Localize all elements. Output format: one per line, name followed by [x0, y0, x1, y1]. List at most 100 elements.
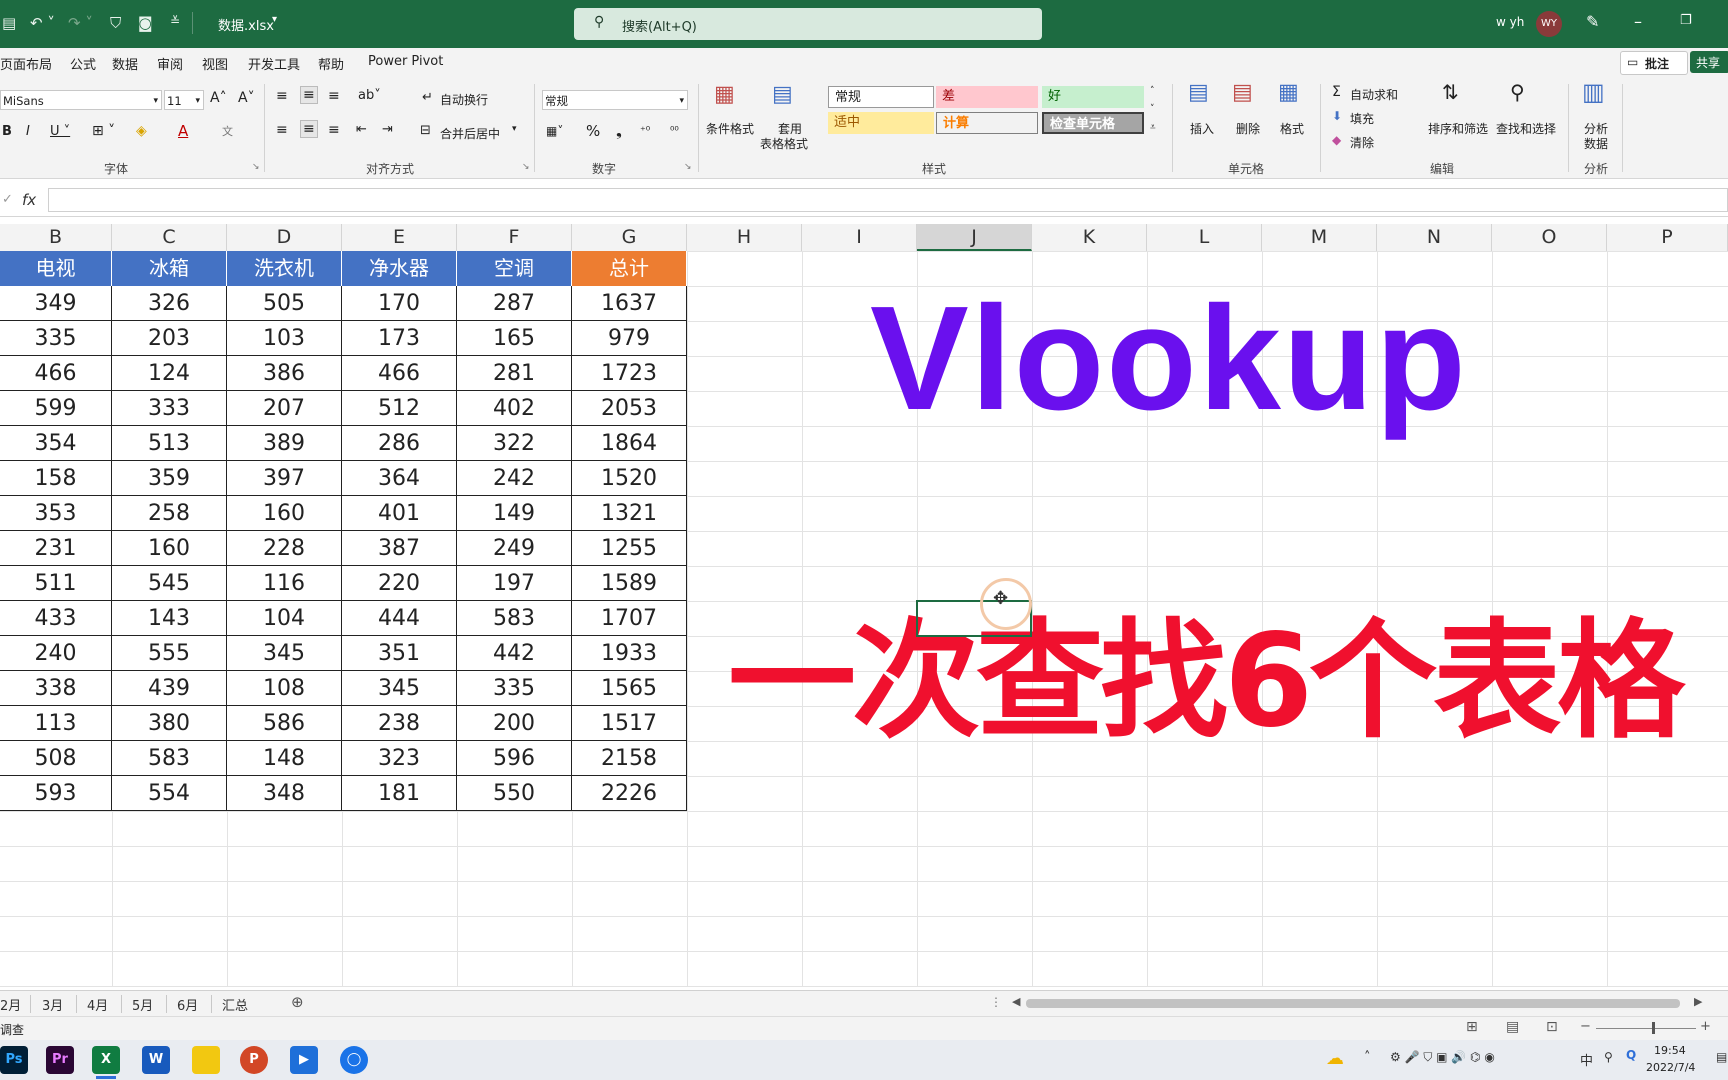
browser-icon[interactable]: ◯	[340, 1046, 368, 1074]
align-middle-icon[interactable]: ≡	[300, 86, 318, 104]
undo-icon[interactable]: ↶ ˅	[30, 14, 55, 32]
underline-icon[interactable]: U ˅	[50, 124, 70, 139]
font-color-icon[interactable]: A	[178, 122, 188, 140]
table-cell[interactable]: 1520	[572, 461, 687, 496]
decrease-indent-icon[interactable]: ⇤	[356, 122, 367, 137]
table-cell[interactable]: 513	[112, 426, 227, 461]
increase-indent-icon[interactable]: ⇥	[382, 122, 393, 137]
number-format-select[interactable]: 常规 ▾	[542, 90, 688, 110]
table-cell[interactable]: 596	[457, 741, 572, 776]
normal-view-icon[interactable]: ⊞	[1466, 1019, 1478, 1035]
table-cell[interactable]: 380	[112, 706, 227, 741]
column-header-h[interactable]: H	[687, 224, 802, 251]
table-cell[interactable]: 2053	[572, 391, 687, 426]
powerpoint-icon[interactable]: P	[240, 1046, 268, 1074]
menu-power-pivot[interactable]: Power Pivot	[368, 54, 443, 69]
table-cell[interactable]: 387	[342, 531, 457, 566]
table-cell[interactable]: 165	[457, 321, 572, 356]
ime-indicator[interactable]: 中	[1580, 1050, 1593, 1069]
menu-formulas[interactable]: 公式	[70, 54, 96, 73]
comma-style-icon[interactable]: ❟	[616, 122, 622, 140]
column-header-e[interactable]: E	[342, 224, 457, 251]
table-cell[interactable]: 173	[342, 321, 457, 356]
table-cell[interactable]: 1589	[572, 566, 687, 601]
zoom-out-icon[interactable]: −	[1580, 1019, 1591, 1034]
table-cell[interactable]: 228	[227, 531, 342, 566]
table-cell[interactable]: 345	[227, 636, 342, 671]
table-cell[interactable]: 242	[457, 461, 572, 496]
table-cell[interactable]: 1864	[572, 426, 687, 461]
formula-input[interactable]	[48, 188, 1728, 212]
font-family-select[interactable]: MiSans ▾	[0, 90, 162, 110]
column-header-l[interactable]: L	[1147, 224, 1262, 251]
table-cell[interactable]: 512	[342, 391, 457, 426]
table-cell[interactable]: 354	[0, 426, 112, 461]
table-cell[interactable]: 545	[112, 566, 227, 601]
sort-filter-button[interactable]: 排序和筛选	[1428, 120, 1488, 137]
dialog-launcher-icon[interactable]: ↘	[252, 162, 260, 172]
style-neutral[interactable]: 适中	[828, 112, 934, 134]
camera-icon[interactable]: ◙	[138, 14, 153, 32]
align-left-icon[interactable]: ≡	[276, 122, 288, 138]
table-cell[interactable]: 326	[112, 286, 227, 321]
table-cell[interactable]: 353	[0, 496, 112, 531]
align-right-icon[interactable]: ≡	[328, 122, 340, 138]
sheet-tab[interactable]: 5月	[132, 995, 153, 1014]
orientation-icon[interactable]: ab˅	[358, 88, 381, 103]
table-cell[interactable]: 351	[342, 636, 457, 671]
premiere-icon[interactable]: Pr	[46, 1046, 74, 1074]
table-cell[interactable]: 433	[0, 601, 112, 636]
table-cell[interactable]: 116	[227, 566, 342, 601]
table-cell[interactable]: 333	[112, 391, 227, 426]
minimize-icon[interactable]: –	[1634, 12, 1642, 31]
table-cell[interactable]: 1933	[572, 636, 687, 671]
table-cell[interactable]: 287	[457, 286, 572, 321]
table-cell[interactable]: 348	[227, 776, 342, 811]
table-cell[interactable]: 170	[342, 286, 457, 321]
table-cell[interactable]: 220	[342, 566, 457, 601]
zoom-slider[interactable]	[1596, 1028, 1696, 1029]
decrease-font-icon[interactable]: A˅	[238, 90, 255, 106]
avatar[interactable]: WY	[1536, 11, 1562, 37]
zoom-thumb[interactable]	[1652, 1022, 1655, 1034]
table-cell[interactable]: 1637	[572, 286, 687, 321]
table-cell[interactable]: 401	[342, 496, 457, 531]
menu-data[interactable]: 数据	[112, 54, 138, 73]
column-header-f[interactable]: F	[457, 224, 572, 251]
dialog-launcher-icon[interactable]: ↘	[522, 162, 530, 172]
save-icon[interactable]: ▤	[2, 14, 16, 32]
fill-button[interactable]: 填充	[1350, 110, 1374, 127]
table-cell[interactable]: 386	[227, 356, 342, 391]
table-header-cell[interactable]: 净水器	[342, 251, 457, 286]
table-cell[interactable]: 258	[112, 496, 227, 531]
sheet-tab[interactable]: 2月	[0, 995, 21, 1014]
table-cell[interactable]: 2226	[572, 776, 687, 811]
function-label[interactable]: fx	[22, 191, 36, 209]
table-cell[interactable]: 143	[112, 601, 227, 636]
table-cell[interactable]: 322	[457, 426, 572, 461]
table-cell[interactable]: 149	[457, 496, 572, 531]
conditional-format-button[interactable]: 条件格式	[706, 120, 754, 137]
sheet-tab[interactable]: 6月	[177, 995, 198, 1014]
sheet-tab[interactable]: 3月	[42, 995, 63, 1014]
ime-mode-icon[interactable]: ⚲	[1604, 1050, 1613, 1064]
increase-decimal-icon[interactable]: ⁺⁰	[640, 124, 650, 137]
table-cell[interactable]: 240	[0, 636, 112, 671]
add-sheet-icon[interactable]: ⊕	[291, 993, 304, 1011]
dialog-launcher-icon[interactable]: ↘	[684, 162, 692, 172]
table-cell[interactable]: 511	[0, 566, 112, 601]
column-header-o[interactable]: O	[1492, 224, 1607, 251]
table-cell[interactable]: 583	[112, 741, 227, 776]
chevron-down-icon[interactable]: ▾	[272, 14, 277, 25]
fill-color-icon[interactable]: ◈	[136, 123, 147, 139]
style-calculation[interactable]: 计算	[936, 112, 1038, 134]
table-cell[interactable]: 1517	[572, 706, 687, 741]
table-cell[interactable]: 1255	[572, 531, 687, 566]
table-format-label-2[interactable]: 表格格式	[760, 135, 808, 152]
filter-icon[interactable]: ⛉	[110, 14, 121, 32]
column-header-m[interactable]: M	[1262, 224, 1377, 251]
table-header-cell[interactable]: 空调	[457, 251, 572, 286]
table-cell[interactable]: 349	[0, 286, 112, 321]
horizontal-scrollbar[interactable]	[1026, 999, 1680, 1008]
menu-review[interactable]: 审阅	[157, 54, 183, 73]
